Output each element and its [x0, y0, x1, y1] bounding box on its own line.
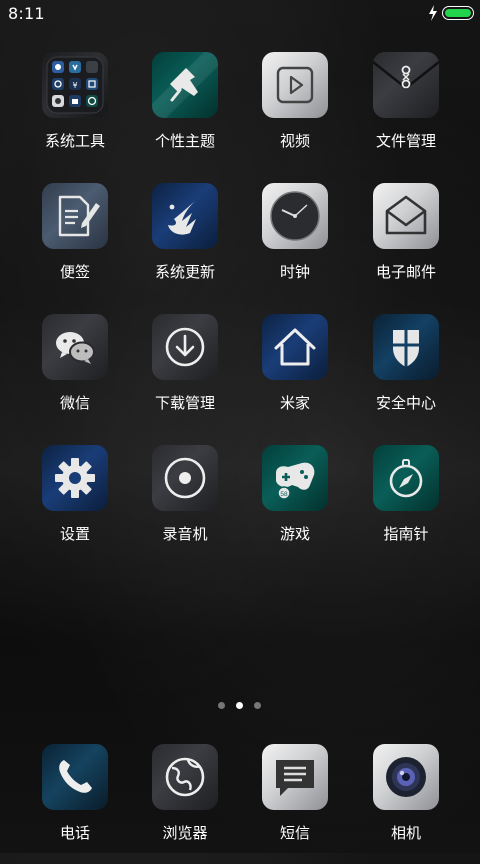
app-label: 相机	[390, 824, 421, 842]
page-dot-1[interactable]	[218, 702, 225, 709]
app-label: 电话	[59, 824, 90, 842]
app-label: 浏览器	[162, 824, 208, 842]
app-themes[interactable]: 个性主题	[130, 52, 240, 172]
svg-text:¥: ¥	[72, 81, 77, 90]
app-notes[interactable]: 便签	[20, 183, 130, 303]
dock-app-messages[interactable]: 短信	[240, 744, 350, 864]
dock-app-phone[interactable]: 电话	[20, 744, 130, 864]
camera-icon	[373, 744, 439, 810]
tools-folder-icon: ¥	[42, 52, 108, 118]
settings-gear-icon	[42, 445, 108, 511]
app-label: 米家	[279, 394, 310, 412]
app-clock[interactable]: 时钟	[240, 183, 350, 303]
app-mi-home[interactable]: 米家	[240, 314, 350, 434]
app-recorder[interactable]: 录音机	[130, 445, 240, 565]
app-label: 录音机	[162, 525, 208, 543]
app-label: 便签	[59, 263, 90, 281]
app-label: 系统工具	[44, 132, 105, 150]
app-label: 系统更新	[154, 263, 215, 281]
page-dot-3[interactable]	[254, 702, 261, 709]
app-settings[interactable]: 设置	[20, 445, 130, 565]
notes-icon	[42, 183, 108, 249]
app-compass[interactable]: 指南针	[351, 445, 461, 565]
home-icon	[262, 314, 328, 380]
download-icon	[152, 314, 218, 380]
app-label: 电子邮件	[375, 263, 436, 281]
app-video[interactable]: 视频	[240, 52, 350, 172]
app-label: 视频	[279, 132, 310, 150]
page-indicator[interactable]	[215, 702, 265, 712]
app-system-tools[interactable]: ¥ 系统工具	[20, 52, 130, 172]
email-icon	[373, 183, 439, 249]
svg-text:58: 58	[280, 491, 288, 498]
app-games[interactable]: 58 游戏	[240, 445, 350, 565]
app-label: 下载管理	[154, 394, 215, 412]
app-file-manager[interactable]: 文件管理	[351, 52, 461, 172]
app-download-manager[interactable]: 下载管理	[130, 314, 240, 434]
clock-icon	[262, 183, 328, 249]
page-dot-2[interactable]	[236, 702, 243, 709]
app-label: 游戏	[279, 525, 310, 543]
app-wechat[interactable]: 微信	[20, 314, 130, 434]
app-label: 文件管理	[375, 132, 436, 150]
app-label: 个性主题	[154, 132, 215, 150]
app-system-update[interactable]: 系统更新	[130, 183, 240, 303]
app-label: 设置	[59, 525, 90, 543]
gamepad-icon: 58	[262, 445, 328, 511]
dock-app-camera[interactable]: 相机	[351, 744, 461, 864]
wechat-icon	[42, 314, 108, 380]
file-manager-icon	[373, 52, 439, 118]
compass-icon	[373, 445, 439, 511]
app-label: 安全中心	[375, 394, 436, 412]
app-email[interactable]: 电子邮件	[351, 183, 461, 303]
browser-globe-icon	[152, 744, 218, 810]
app-label: 微信	[59, 394, 90, 412]
system-update-icon	[152, 183, 218, 249]
app-security-center[interactable]: 安全中心	[351, 314, 461, 434]
app-label: 指南针	[383, 525, 429, 543]
security-shield-icon	[373, 314, 439, 380]
messages-icon	[262, 744, 328, 810]
dock-app-browser[interactable]: 浏览器	[130, 744, 240, 864]
app-label: 时钟	[279, 263, 310, 281]
theme-brush-icon	[152, 52, 218, 118]
recorder-icon	[152, 445, 218, 511]
app-label: 短信	[279, 824, 310, 842]
home-screen-grid: ¥ 系统工具 个性主题 视频 文件管理 便签 系统更新 时钟 电子邮件 微信 下…	[0, 0, 480, 853]
video-play-icon	[262, 52, 328, 118]
phone-icon	[42, 744, 108, 810]
